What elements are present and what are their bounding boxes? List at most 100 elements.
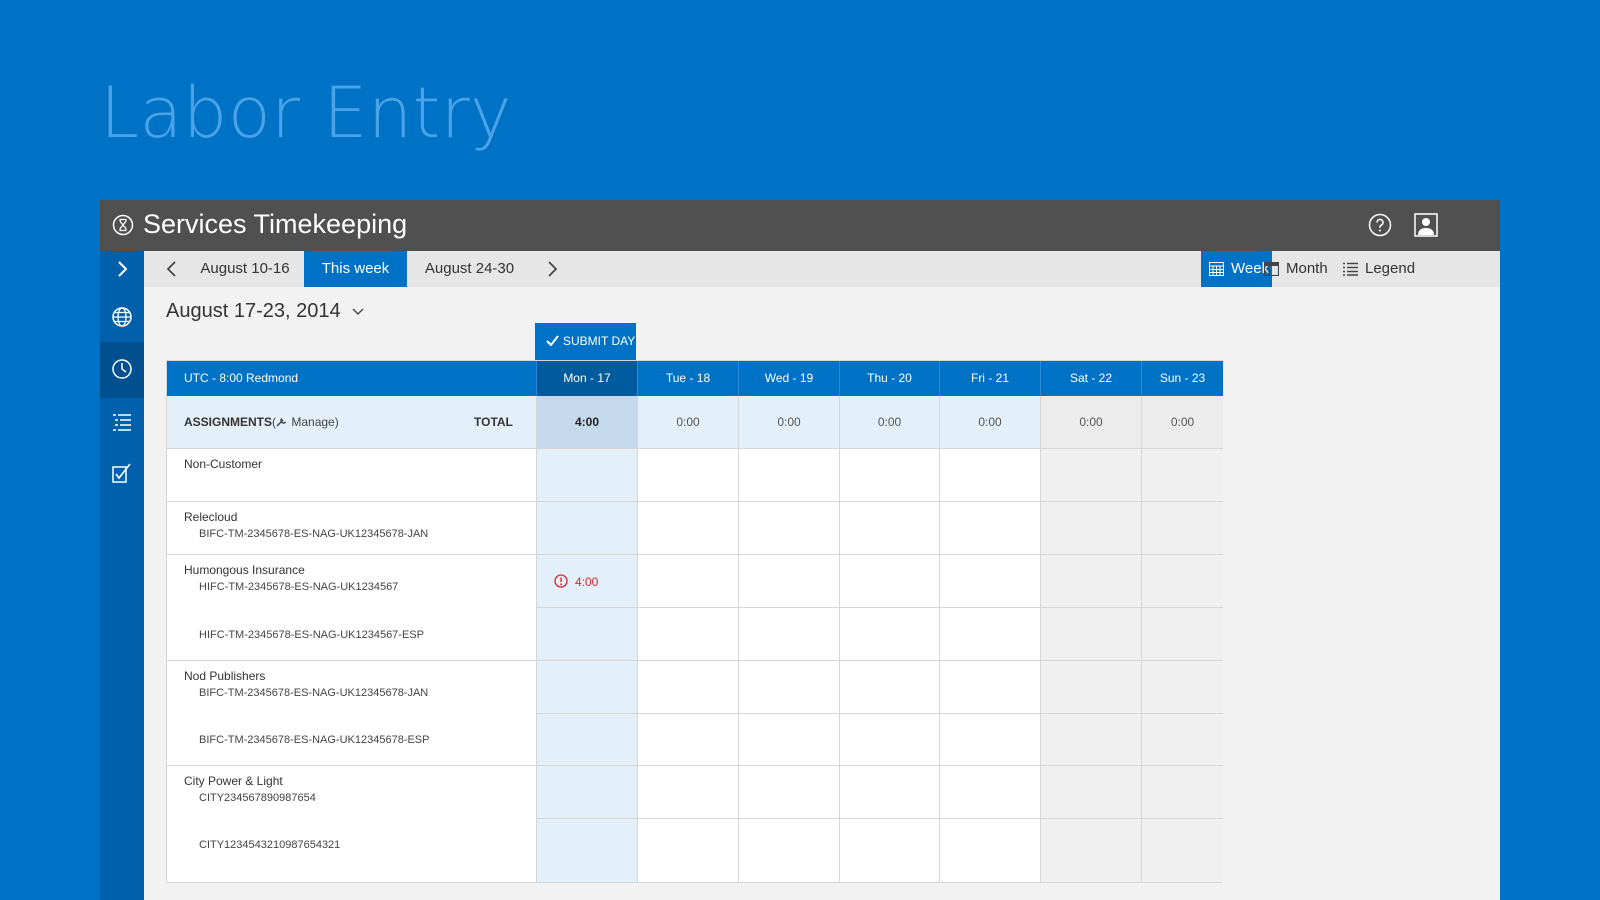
total-thu: 0:00 (839, 396, 939, 448)
nav-item-globe[interactable] (100, 292, 144, 342)
calendar-month-icon (1264, 262, 1279, 276)
customer-name: Humongous Insurance (184, 563, 305, 577)
totals-row: ASSIGNMENTS ( Manage) TOTAL 4:00 0:00 0:… (167, 396, 1223, 449)
time-cell[interactable] (1040, 502, 1141, 554)
row-divider (536, 818, 1223, 819)
timesheet-grid: UTC - 8:00 Redmond Mon - 17 Tue - 18 Wed… (166, 360, 1223, 883)
time-cell[interactable] (738, 766, 839, 882)
assignment-row: Relecloud BIFC-TM-2345678-ES-NAG-UK12345… (167, 502, 1223, 555)
assignment-row: Nod Publishers BIFC-TM-2345678-ES-NAG-UK… (167, 661, 1223, 766)
chevron-right-icon (548, 261, 558, 277)
total-sun: 0:00 (1141, 396, 1223, 448)
calendar-week-icon (1209, 262, 1224, 276)
total-mon: 4:00 (536, 396, 637, 448)
assignment-row: City Power & Light CITY234567890987654 C… (167, 766, 1223, 882)
time-cell[interactable] (536, 449, 637, 501)
checkbox-icon (112, 463, 131, 483)
page-title: Labor Entry (100, 72, 512, 154)
day-header-fri[interactable]: Fri - 21 (939, 361, 1040, 396)
time-cell[interactable] (839, 766, 939, 882)
time-cell[interactable] (738, 449, 839, 501)
assignment-row: Humongous Insurance HIFC-TM-2345678-ES-N… (167, 555, 1223, 661)
total-fri: 0:00 (939, 396, 1040, 448)
previous-week-button[interactable] (156, 251, 186, 287)
nav-item-list[interactable] (100, 398, 144, 448)
chevron-down-icon (352, 308, 364, 315)
globe-icon (112, 307, 132, 327)
day-header-thu[interactable]: Thu - 20 (839, 361, 939, 396)
submit-day-label: SUBMIT DAY (563, 334, 636, 348)
assignments-label: ASSIGNMENTS (184, 415, 273, 429)
legend-label: Legend (1365, 260, 1416, 277)
timezone-header: UTC - 8:00 Redmond (167, 361, 536, 396)
legend-list-icon (1343, 262, 1358, 276)
day-header-sun[interactable]: Sun - 23 (1141, 361, 1223, 396)
app-name: Services Timekeeping (143, 209, 408, 239)
day-header-sat[interactable]: Sat - 22 (1040, 361, 1141, 396)
month-view-button[interactable]: Month (1256, 251, 1341, 287)
row-divider (536, 713, 1223, 714)
nav-item-time[interactable] (100, 342, 144, 398)
date-range-selector[interactable]: August 17-23, 2014 (166, 300, 364, 323)
next-week-button[interactable] (536, 251, 566, 287)
time-cell[interactable] (637, 449, 738, 501)
day-header-wed[interactable]: Wed - 19 (738, 361, 839, 396)
day-header-mon[interactable]: Mon - 17 (536, 361, 637, 396)
customer-name: Non-Customer (184, 457, 263, 471)
chevron-left-icon (166, 261, 176, 277)
submit-day-button[interactable]: SUBMIT DAY (535, 323, 636, 360)
total-tue: 0:00 (637, 396, 738, 448)
time-cell[interactable] (1141, 502, 1223, 554)
time-cell[interactable] (536, 502, 637, 554)
time-cell[interactable] (939, 449, 1040, 501)
project-code: HIFC-TM-2345678-ES-NAG-UK1234567-ESP (199, 629, 424, 641)
time-cell[interactable] (1141, 766, 1223, 882)
user-icon[interactable] (1414, 213, 1438, 237)
project-code: BIFC-TM-2345678-ES-NAG-UK12345678-JAN (199, 528, 429, 540)
project-code: HIFC-TM-2345678-ES-NAG-UK1234567 (199, 581, 399, 593)
time-cell[interactable] (1040, 766, 1141, 882)
checkmark-icon (546, 335, 559, 346)
time-cell[interactable] (637, 502, 738, 554)
total-wed: 0:00 (738, 396, 839, 448)
manage-link[interactable]: ( Manage) (272, 415, 339, 429)
tab-previous-week[interactable]: August 10-16 (190, 251, 300, 287)
expand-nav-button[interactable] (100, 251, 144, 287)
wrench-icon (276, 417, 287, 427)
time-cell[interactable] (839, 449, 939, 501)
time-cell[interactable] (536, 766, 637, 882)
project-code: CITY234567890987654 (199, 792, 316, 804)
warning-icon (554, 574, 568, 588)
list-icon (113, 414, 131, 431)
legend-button[interactable]: Legend (1335, 251, 1425, 287)
time-cell[interactable] (738, 502, 839, 554)
row-divider (536, 607, 1223, 608)
time-entry-value[interactable]: 4:00 (575, 575, 598, 589)
time-cell[interactable] (1040, 449, 1141, 501)
total-label: TOTAL (474, 415, 513, 429)
project-code: CITY1234543210987654321 (199, 839, 341, 851)
assignment-row: Non-Customer (167, 449, 1223, 502)
total-sat: 0:00 (1040, 396, 1141, 448)
month-view-label: Month (1286, 260, 1328, 277)
time-cell[interactable] (637, 766, 738, 882)
tab-next-week[interactable]: August 24-30 (412, 251, 527, 287)
customer-name: Relecloud (184, 510, 238, 524)
customer-name: Nod Publishers (184, 669, 266, 683)
tab-this-week[interactable]: This week (304, 251, 407, 287)
nav-item-approvals[interactable] (100, 448, 144, 498)
time-cell[interactable] (1141, 449, 1223, 501)
time-cell[interactable] (939, 766, 1040, 882)
left-nav (100, 251, 144, 900)
project-code: BIFC-TM-2345678-ES-NAG-UK12345678-JAN (199, 687, 429, 699)
week-navigation-bar: August 10-16 This week August 24-30 Week… (144, 251, 1500, 287)
app-window: Services Timekeeping August 10-16 This w… (100, 200, 1500, 900)
date-range-label: August 17-23, 2014 (166, 300, 341, 322)
help-icon[interactable] (1368, 213, 1392, 237)
clock-icon (112, 359, 132, 379)
day-header-tue[interactable]: Tue - 18 (637, 361, 738, 396)
time-cell[interactable] (939, 502, 1040, 554)
manage-label: Manage (291, 415, 335, 429)
time-cell[interactable] (839, 502, 939, 554)
chevron-right-icon (118, 261, 128, 277)
